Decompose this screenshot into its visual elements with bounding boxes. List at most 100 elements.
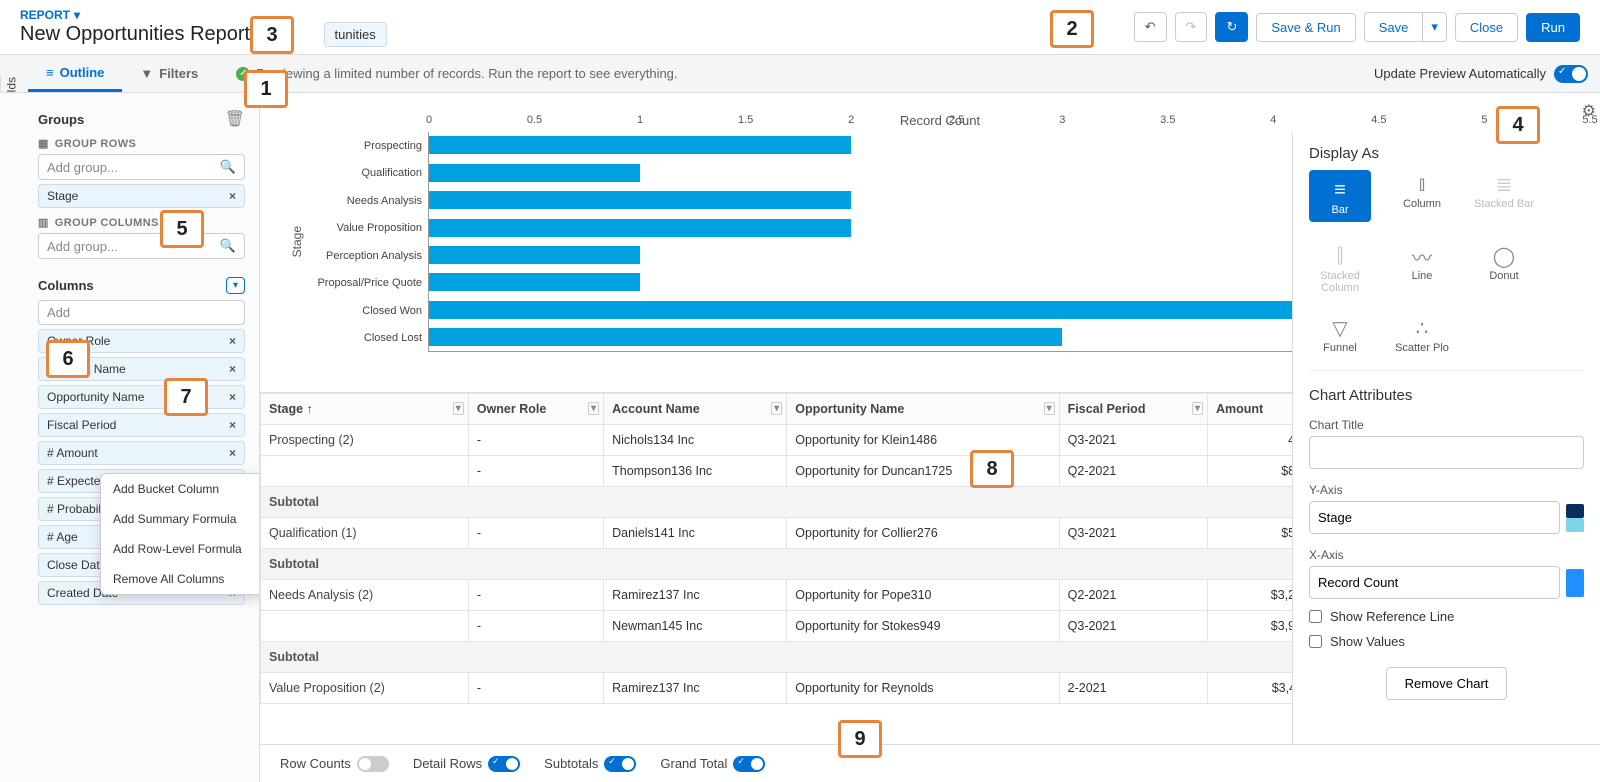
column-header[interactable]: Stage ↑▾ bbox=[261, 394, 469, 425]
filter-icon: ▼ bbox=[140, 66, 153, 81]
add-group-rows-input[interactable]: Add group... 🔍 bbox=[38, 154, 245, 180]
group-pill-stage[interactable]: Stage × bbox=[38, 184, 245, 208]
column-header[interactable]: Account Name▾ bbox=[604, 394, 787, 425]
callout-3: 3 bbox=[250, 16, 294, 54]
chart-type-scatter-plo[interactable]: ∴Scatter Plo bbox=[1391, 314, 1453, 354]
add-column-input[interactable]: Add bbox=[38, 300, 245, 325]
close-button[interactable]: Close bbox=[1455, 13, 1518, 42]
chart-title-label: Chart Title bbox=[1309, 418, 1584, 432]
chart-type-stacked-bar[interactable]: ≣Stacked Bar bbox=[1473, 170, 1535, 222]
column-pill[interactable]: Fiscal Period× bbox=[38, 413, 245, 437]
save-button[interactable]: Save bbox=[1364, 12, 1423, 42]
detail-rows-toggle[interactable] bbox=[488, 756, 520, 772]
remove-chart-button[interactable]: Remove Chart bbox=[1386, 667, 1508, 700]
callout-8: 8 bbox=[970, 450, 1014, 488]
callout-5: 5 bbox=[160, 210, 204, 248]
columns-menu-button[interactable]: ▾ bbox=[226, 277, 245, 294]
run-button[interactable]: Run bbox=[1526, 13, 1580, 42]
chart-bar[interactable] bbox=[429, 273, 640, 291]
breadcrumb-tag: tunities bbox=[324, 22, 387, 47]
chevron-down-icon[interactable]: ▾ bbox=[453, 402, 464, 415]
callout-7: 7 bbox=[164, 378, 208, 416]
chart-type-column[interactable]: ⫾Column bbox=[1391, 170, 1453, 222]
redo-button[interactable]: ↷ bbox=[1175, 12, 1208, 42]
menu-add-summary[interactable]: Add Summary Formula bbox=[101, 504, 260, 534]
remove-icon[interactable]: × bbox=[229, 334, 236, 348]
save-run-button[interactable]: Save & Run bbox=[1256, 13, 1355, 42]
remove-icon[interactable]: × bbox=[229, 446, 236, 460]
remove-icon[interactable]: × bbox=[229, 390, 236, 404]
columns-dropdown-menu: Add Bucket Column Add Summary Formula Ad… bbox=[100, 473, 260, 595]
chart-type-donut[interactable]: ◯Donut bbox=[1473, 242, 1535, 294]
column-header[interactable]: Fiscal Period▾ bbox=[1059, 394, 1207, 425]
group-rows-label: ▦GROUP ROWS bbox=[38, 137, 245, 150]
yaxis-select[interactable] bbox=[1309, 501, 1560, 534]
chart-bar[interactable] bbox=[429, 246, 640, 264]
chart-properties-panel: Display As ≡Bar ⫾Column ≣Stacked Bar ⫿Stack… bbox=[1292, 133, 1600, 754]
report-label-text: REPORT bbox=[20, 8, 70, 22]
menu-remove-all[interactable]: Remove All Columns bbox=[101, 564, 260, 594]
auto-update-toggle[interactable]: Update Preview Automatically bbox=[1374, 65, 1588, 83]
show-vals-checkbox[interactable] bbox=[1309, 635, 1322, 648]
callout-4: 4 bbox=[1496, 106, 1540, 144]
columns-heading: Columns bbox=[38, 278, 94, 293]
remove-icon[interactable]: × bbox=[229, 418, 236, 432]
callout-1: 1 bbox=[244, 70, 288, 108]
undo-button[interactable]: ↶ bbox=[1134, 12, 1167, 42]
column-pill[interactable]: Opportunity Name× bbox=[38, 385, 245, 409]
list-icon: ≡ bbox=[46, 65, 54, 80]
chart-attrs-heading: Chart Attributes bbox=[1309, 387, 1584, 404]
xaxis-label: X-Axis bbox=[1309, 548, 1584, 562]
chart-type-line[interactable]: 〰Line bbox=[1391, 242, 1453, 294]
show-ref-checkbox[interactable] bbox=[1309, 610, 1322, 623]
callout-6: 6 bbox=[46, 340, 90, 378]
yaxis-label: Y-Axis bbox=[1309, 483, 1584, 497]
refresh-button[interactable]: ↻ bbox=[1215, 12, 1248, 42]
trash-icon[interactable]: 🗑 bbox=[225, 109, 245, 129]
remove-icon[interactable]: × bbox=[229, 189, 236, 203]
chart-bar[interactable] bbox=[429, 164, 640, 182]
chevron-down-icon[interactable]: ▾ bbox=[1192, 402, 1203, 415]
chart-bar[interactable] bbox=[429, 328, 1062, 346]
groups-heading: Groups bbox=[38, 112, 84, 127]
preview-message: ✓ Previewing a limited number of records… bbox=[236, 66, 677, 81]
search-icon: 🔍 bbox=[220, 159, 236, 175]
tab-outline[interactable]: ≡Outline bbox=[28, 55, 122, 92]
menu-add-bucket[interactable]: Add Bucket Column bbox=[101, 474, 260, 504]
callout-2: 2 bbox=[1050, 10, 1094, 48]
column-header[interactable]: Opportunity Name▾ bbox=[787, 394, 1059, 425]
chart-title-input[interactable] bbox=[1309, 436, 1584, 469]
report-title: New Opportunities Report bbox=[20, 23, 250, 46]
chevron-down-icon: ▾ bbox=[74, 8, 80, 22]
chart-bar[interactable] bbox=[429, 219, 851, 237]
menu-add-rowlevel[interactable]: Add Row-Level Formula bbox=[101, 534, 260, 564]
display-as-heading: Display As bbox=[1309, 145, 1584, 162]
column-pill[interactable]: # Amount× bbox=[38, 441, 245, 465]
subtotals-toggle[interactable] bbox=[604, 756, 636, 772]
search-icon: 🔍 bbox=[220, 238, 236, 254]
chevron-down-icon[interactable]: ▾ bbox=[588, 402, 599, 415]
chart-type-bar[interactable]: ≡Bar bbox=[1309, 170, 1371, 222]
group-cols-label: ▥GROUP COLUMNS bbox=[38, 216, 245, 229]
toggle-on-icon[interactable] bbox=[1554, 65, 1588, 83]
remove-icon[interactable]: × bbox=[229, 362, 236, 376]
chart-bar[interactable] bbox=[429, 136, 851, 154]
xaxis-select[interactable] bbox=[1309, 566, 1560, 599]
add-group-cols-input[interactable]: Add group... 🔍 bbox=[38, 233, 245, 259]
chevron-down-icon[interactable]: ▾ bbox=[1044, 402, 1055, 415]
chart-title: Record Count bbox=[290, 113, 1590, 128]
chart-type-stacked-column[interactable]: ⫿Stacked Column bbox=[1309, 242, 1371, 294]
report-type-label[interactable]: REPORT ▾ bbox=[20, 8, 1134, 22]
row-counts-toggle[interactable] bbox=[357, 756, 389, 772]
tab-filters[interactable]: ▼Filters bbox=[122, 55, 216, 92]
footer-toggles: Row Counts Detail Rows Subtotals Grand T… bbox=[260, 744, 1600, 782]
save-dropdown-button[interactable]: ▾ bbox=[1422, 12, 1447, 42]
y-axis-label: Stage bbox=[290, 226, 304, 257]
column-header[interactable]: Owner Role▾ bbox=[468, 394, 603, 425]
grand-total-toggle[interactable] bbox=[733, 756, 765, 772]
chart-bar[interactable] bbox=[429, 191, 851, 209]
gear-icon[interactable]: ⚙ bbox=[1582, 101, 1596, 121]
chart-type-funnel[interactable]: ▽Funnel bbox=[1309, 314, 1371, 354]
chevron-down-icon[interactable]: ▾ bbox=[771, 402, 782, 415]
callout-9: 9 bbox=[838, 720, 882, 758]
